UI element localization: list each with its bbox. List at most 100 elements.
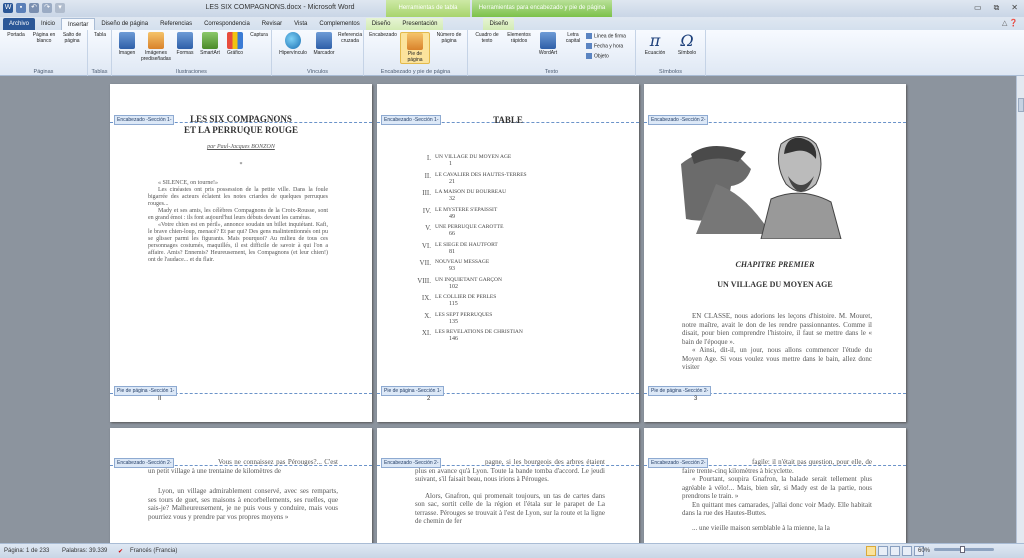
page-6[interactable]: Encabezado -Sección 2- fagile: il n'étai… xyxy=(644,428,906,548)
smartart-button[interactable]: SmartArt xyxy=(198,32,222,56)
image-icon xyxy=(119,32,135,49)
group-label: Ilustraciones xyxy=(176,69,207,75)
tab-diseno-encabezado[interactable]: Diseño xyxy=(483,18,515,30)
page-number-button[interactable]: Número de página xyxy=(432,32,466,125)
toc-entry: VII. NOUVEAU MESSAGE 93 xyxy=(407,259,637,277)
zoom-slider[interactable] xyxy=(934,546,994,553)
tab-presentacion[interactable]: Presentación xyxy=(396,18,444,30)
toc-entry: XI. LES REVELATIONS DE CHRISTIAN 146 xyxy=(407,329,637,347)
toc-entry: IX. LE COLLIER DE PERLES 115 xyxy=(407,294,637,312)
wordart-icon xyxy=(540,32,556,49)
scroll-thumb[interactable] xyxy=(1018,98,1024,112)
chart-button[interactable]: Gráfico xyxy=(224,32,246,56)
tab-diseno-tabla[interactable]: Diseño xyxy=(365,18,397,30)
tab-revisar[interactable]: Revisar xyxy=(256,18,288,30)
toc-chapter-title: LA MAISON DU BOURREAU xyxy=(435,189,507,195)
page-3[interactable]: Encabezado -Sección 2- CHAPITRE PREMIER … xyxy=(644,84,906,422)
cross-reference-button[interactable]: Referencia cruzada xyxy=(338,32,362,125)
print-layout-view-icon[interactable] xyxy=(866,546,876,556)
omega-icon: Ω xyxy=(680,31,694,50)
tab-complementos[interactable]: Complementos xyxy=(313,18,365,30)
signature-line-button[interactable]: Línea de firma xyxy=(586,33,626,39)
tab-referencias[interactable]: Referencias xyxy=(154,18,198,30)
footer-section-tag[interactable]: Pie de página -Sección 1- xyxy=(381,386,445,396)
group-label: Vínculos xyxy=(306,69,329,75)
image-button[interactable]: Imagen xyxy=(116,32,138,56)
quick-parts-button[interactable]: Elementos rápidos xyxy=(504,32,534,125)
restore-icon[interactable]: ⧉ xyxy=(994,3,1000,13)
tab-archivo[interactable]: Archivo xyxy=(3,18,36,30)
toc-chapter-number: XI. xyxy=(421,329,431,337)
group-label: Encabezado y pie de página xyxy=(380,69,451,75)
web-layout-view-icon[interactable] xyxy=(890,546,900,556)
chapter-text: Vous ne connaissez pas Pérouges?... C'es… xyxy=(148,458,338,521)
shapes-button[interactable]: Formas xyxy=(174,32,196,56)
ribbon-tabs: Archivo Inicio Insertar Diseño de página… xyxy=(0,17,1024,30)
spelling-icon[interactable]: ✔ xyxy=(118,548,123,555)
toc-chapter-title: LE SIEGE DE HAUTFORT xyxy=(435,241,498,248)
toc-entry: IV. LE MYSTERE S'EPAISSIT 49 xyxy=(407,207,637,225)
table-button[interactable]: Tabla xyxy=(91,32,109,125)
footer-section-tag[interactable]: Pie de página -Sección 1- xyxy=(114,386,178,396)
clipart-button[interactable]: Imágenes prediseñadas xyxy=(140,32,172,62)
table-of-contents: I. UN VILLAGE DU MOYEN AGE 1 II. LE CAVALIER… xyxy=(407,154,637,347)
toc-entry: I. UN VILLAGE DU MOYEN AGE 1 xyxy=(407,154,637,172)
tab-vista[interactable]: Vista xyxy=(288,18,313,30)
document-area[interactable]: Encabezado -Sección 1- LES SIX COMPAGNON… xyxy=(0,76,1016,548)
vertical-scrollbar[interactable] xyxy=(1016,76,1024,543)
object-button[interactable]: Objeto xyxy=(586,53,609,59)
tab-inicio[interactable]: Inicio xyxy=(35,18,61,30)
author-line: par Paul-Jacques BONZON xyxy=(207,144,275,150)
page-number: II xyxy=(158,396,162,402)
title-bar: W ▪ ↶ ↷ ▾ LES SIX COMPAGNONS.docx - Micr… xyxy=(0,0,1024,17)
hyperlink-button[interactable]: Hipervínculo xyxy=(276,32,310,56)
toc-page-number: 49 xyxy=(449,213,455,220)
bookmark-button[interactable]: Marcador xyxy=(312,32,336,56)
tab-correspondencia[interactable]: Correspondencia xyxy=(198,18,256,30)
toc-entry: III. LA MAISON DU BOURREAU 32 xyxy=(407,189,637,207)
textbox-button[interactable]: Cuadro de texto xyxy=(472,32,502,125)
full-screen-view-icon[interactable] xyxy=(878,546,888,556)
outline-view-icon[interactable] xyxy=(902,546,912,556)
zoom-level[interactable]: 60% xyxy=(918,548,930,554)
portada-button[interactable]: Portada xyxy=(3,32,29,125)
page-2[interactable]: Encabezado -Sección 1- TABLE I. UN VILLAG… xyxy=(377,84,639,422)
toc-chapter-number: X. xyxy=(424,311,431,320)
word-count[interactable]: Palabras: 39.339 xyxy=(62,548,107,554)
toc-page-number: 93 xyxy=(449,266,455,272)
book-title: LES SIX COMPAGNONS xyxy=(190,114,292,124)
close-icon[interactable]: ✕ xyxy=(1011,3,1018,13)
toc-entry: X. LES SEPT PERRUQUES 135 xyxy=(407,312,637,330)
date-time-button[interactable]: Fecha y hora xyxy=(586,43,623,49)
page-1[interactable]: Encabezado -Sección 1- LES SIX COMPAGNON… xyxy=(110,84,372,422)
toc-chapter-title: LE COLLIER DE PERLES xyxy=(435,294,497,300)
tab-diseno-pagina[interactable]: Diseño de página xyxy=(95,18,154,30)
symbol-button[interactable]: Ω Símbolo xyxy=(672,32,702,56)
drop-cap-button[interactable]: Letra capital xyxy=(562,32,584,125)
page-break-button[interactable]: Salto de página xyxy=(59,32,85,125)
equation-button[interactable]: π Ecuación xyxy=(640,32,670,56)
zoom-handle[interactable] xyxy=(960,546,965,553)
minimize-icon[interactable]: ▭ xyxy=(974,3,982,13)
toc-chapter-number: I. xyxy=(426,154,431,162)
page-4[interactable]: Encabezado -Sección 2- Vous ne connaisse… xyxy=(110,428,372,548)
page-5[interactable]: Encabezado -Sección 2- pagne, si les bou… xyxy=(377,428,639,548)
chapter-text: EN CLASSE, nous adorions les leçons d'hi… xyxy=(682,312,872,371)
toc-chapter-title: LES SEPT PERRUQUES xyxy=(435,311,493,318)
language[interactable]: Francés (Francia) xyxy=(130,548,177,554)
help-icon[interactable]: △ ❓ xyxy=(1002,19,1018,27)
blank-page-button[interactable]: Página en blanco xyxy=(31,32,57,125)
screenshot-button[interactable]: Captura xyxy=(248,32,270,125)
wordart-button[interactable]: WordArt xyxy=(536,32,560,56)
toc-chapter-title: UNE PERRUQUE CAROTTE xyxy=(435,224,504,230)
footer-section-tag[interactable]: Pie de página -Sección 2- xyxy=(648,386,712,396)
page-count[interactable]: Página: 1 de 233 xyxy=(4,548,49,554)
window-controls: ▭ ⧉ ✕ xyxy=(974,3,1018,13)
header-button[interactable]: Encabezado xyxy=(368,32,398,125)
toc-chapter-number: II. xyxy=(424,171,431,180)
tab-insertar[interactable]: Insertar xyxy=(61,18,96,30)
footer-button[interactable]: Pie de página xyxy=(400,32,430,64)
toc-page-number: 81 xyxy=(449,248,455,255)
toc-chapter-title: NOUVEAU MESSAGE xyxy=(435,259,490,265)
toc-page-number: 21 xyxy=(449,178,455,185)
